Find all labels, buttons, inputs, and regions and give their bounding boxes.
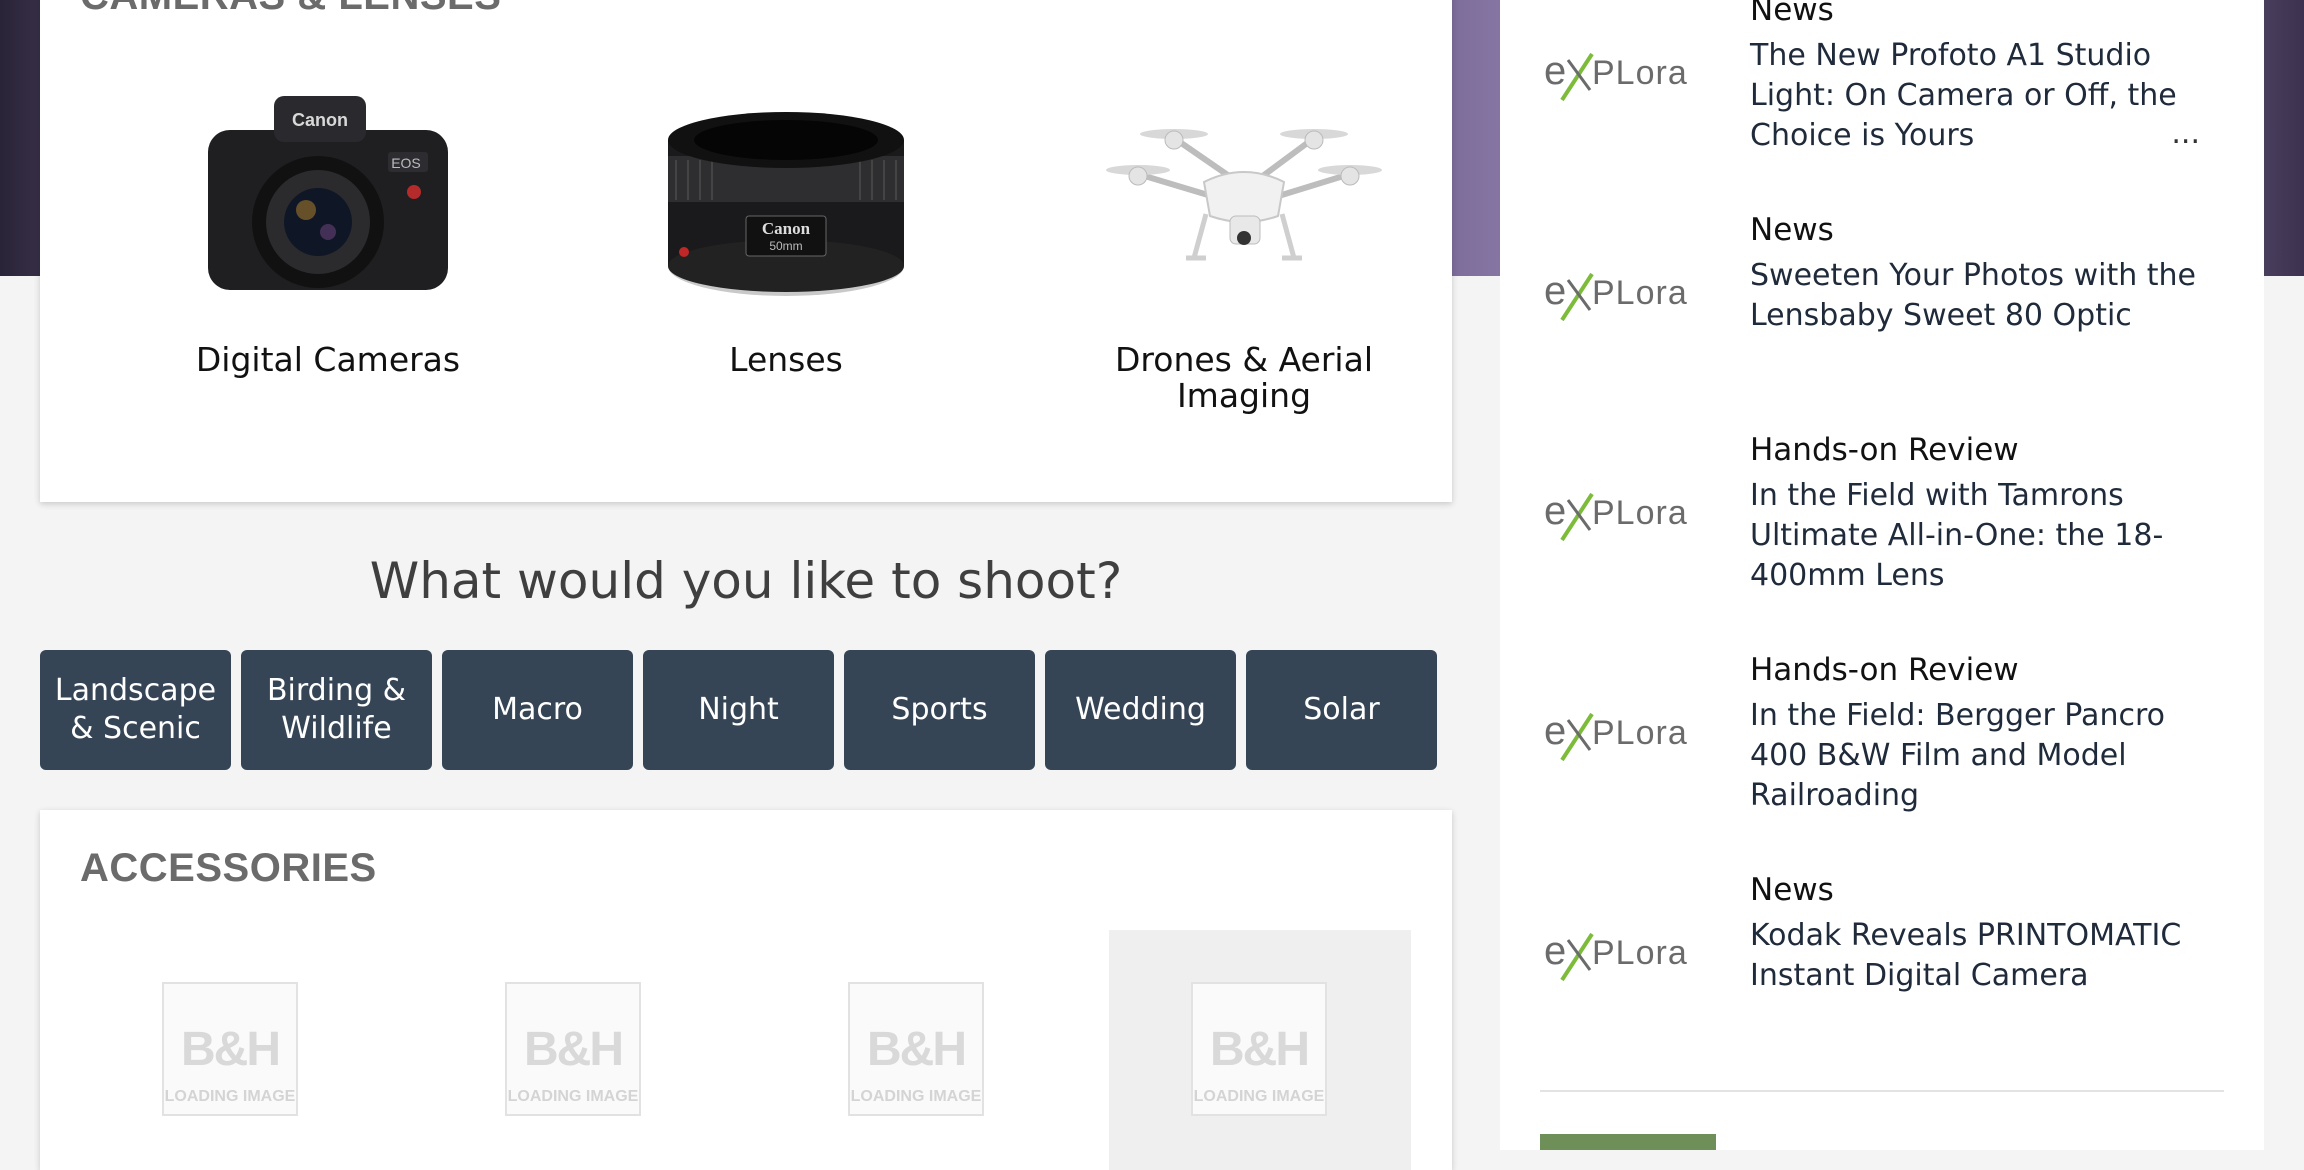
svg-text:Canon: Canon (762, 219, 811, 238)
shoot-button-wedding[interactable]: Wedding (1045, 650, 1236, 770)
accessory-item[interactable]: B&H LOADING IMAGE (1109, 930, 1411, 1170)
shoot-button-solar[interactable]: Solar (1246, 650, 1437, 770)
category-label[interactable]: Digital Cameras (178, 342, 478, 378)
svg-text:e: e (1544, 269, 1566, 313)
shoot-button-macro[interactable]: Macro (442, 650, 633, 770)
news-title[interactable]: In the Field: Bergger Pancro 400 B&W Fil… (1750, 696, 2210, 816)
news-item[interactable]: e PLora News Kodak Reveals PRINTOMATIC I… (1540, 872, 2230, 1072)
svg-text:PLora: PLora (1592, 934, 1688, 972)
loading-image-placeholder: B&H LOADING IMAGE (162, 982, 298, 1116)
shoot-button-night[interactable]: Night (643, 650, 834, 770)
category-label[interactable]: Drones & Aerial Imaging (1094, 342, 1394, 414)
news-title[interactable]: The New Profoto A1 Studio Light: On Came… (1750, 36, 2210, 156)
bh-logo: B&H (867, 1023, 967, 1076)
loading-text: LOADING IMAGE (507, 1088, 639, 1105)
news-title[interactable]: Kodak Reveals PRINTOMATIC Instant Digita… (1750, 916, 2210, 996)
section-title: ACCESSORIES (80, 846, 377, 890)
accessory-item[interactable]: B&H LOADING IMAGE (80, 930, 382, 1170)
svg-text:Canon: Canon (292, 110, 348, 130)
drone-icon (1106, 129, 1382, 261)
news-item[interactable]: e PLora Hands-on Review In the Field: Be… (1540, 652, 2230, 852)
loading-image-placeholder: B&H LOADING IMAGE (1191, 982, 1327, 1116)
explora-news-sidebar: e PLora News The New Profoto A1 Studio L… (1500, 0, 2264, 1150)
accessory-item[interactable]: B&H LOADING IMAGE (423, 930, 725, 1170)
lens-icon: Canon 50mm (668, 112, 904, 296)
shoot-button-sports[interactable]: Sports (844, 650, 1035, 770)
ellipsis: ... (2171, 116, 2200, 151)
shoot-button-landscape[interactable]: Landscape & Scenic (40, 650, 231, 770)
svg-text:PLora: PLora (1592, 714, 1688, 752)
svg-text:e: e (1544, 49, 1567, 93)
svg-text:EOS: EOS (391, 155, 421, 171)
explora-logo: e PLora (1544, 929, 1688, 982)
news-category: News (1750, 212, 1834, 248)
accessory-item[interactable]: B&H LOADING IMAGE (766, 930, 1068, 1170)
loading-text: LOADING IMAGE (1193, 1088, 1325, 1105)
news-category: News (1750, 872, 1834, 908)
loading-image-placeholder: B&H LOADING IMAGE (848, 982, 984, 1116)
sidebar-divider (1540, 1090, 2224, 1092)
svg-text:e: e (1544, 929, 1566, 973)
news-item[interactable]: e PLora Hands-on Review In the Field wit… (1540, 432, 2230, 632)
news-category: Hands-on Review (1750, 652, 2019, 688)
svg-text:PLora: PLora (1592, 274, 1688, 312)
shoot-button-birding[interactable]: Birding & Wildlife (241, 650, 432, 770)
bh-logo: B&H (1210, 1023, 1310, 1076)
news-item[interactable]: e PLora News Sweeten Your Photos with th… (1540, 212, 2230, 412)
cameras-lenses-card: CAMERAS & LENSES Canon EOS Digital Camer… (40, 0, 1452, 502)
news-thumbnail[interactable] (1540, 1134, 1716, 1150)
shoot-heading: What would you like to shoot? (369, 552, 1123, 610)
svg-text:PLora: PLora (1592, 54, 1688, 92)
svg-text:e: e (1544, 709, 1566, 753)
dslr-camera-icon: Canon EOS (208, 96, 448, 290)
news-title[interactable]: In the Field with Tamrons Ultimate All-i… (1750, 476, 2210, 596)
bh-logo: B&H (524, 1023, 624, 1076)
bh-logo: B&H (181, 1023, 281, 1076)
explora-logo: e PLora (1544, 709, 1688, 762)
explora-logo: e PLora (1544, 49, 1688, 102)
loading-text: LOADING IMAGE (850, 1088, 982, 1105)
news-item[interactable]: e PLora News The New Profoto A1 Studio L… (1540, 0, 2230, 192)
section-title: CAMERAS & LENSES (80, 0, 501, 19)
explora-logo: e PLora (1544, 489, 1688, 542)
loading-image-placeholder: B&H LOADING IMAGE (505, 982, 641, 1116)
svg-text:50mm: 50mm (769, 239, 802, 253)
news-category: Hands-on Review (1750, 432, 2019, 468)
news-category: News (1750, 0, 1834, 28)
explora-logo: e PLora (1544, 269, 1688, 322)
svg-text:PLora: PLora (1592, 494, 1688, 532)
news-title[interactable]: Sweeten Your Photos with the Lensbaby Sw… (1750, 256, 2210, 336)
accessories-card: ACCESSORIES B&H LOADING IMAGE B&H LOADIN… (40, 810, 1452, 1170)
loading-text: LOADING IMAGE (164, 1088, 296, 1105)
svg-text:e: e (1544, 489, 1566, 533)
category-label[interactable]: Lenses (636, 342, 936, 378)
